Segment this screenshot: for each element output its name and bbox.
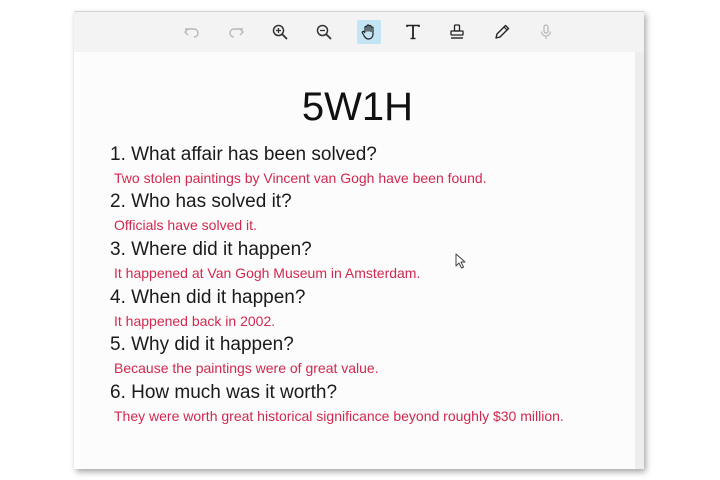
answer-text: Two stolen paintings by Vincent van Gogh…	[114, 170, 487, 186]
pencil-tool-button[interactable]	[490, 20, 514, 44]
answer-text: Officials have solved it.	[114, 217, 257, 233]
mouse-pointer-icon	[455, 253, 466, 269]
qa-item: 5. Why did it happen? Because the painti…	[110, 334, 630, 377]
text-tool-icon	[406, 24, 420, 40]
pan-tool-button[interactable]	[357, 20, 381, 44]
question-text: 3. Where did it happen?	[110, 239, 312, 260]
page-title: 5W1H	[301, 85, 414, 129]
pencil-icon	[495, 24, 510, 39]
answer-text: Because the paintings were of great valu…	[114, 360, 379, 376]
text-tool-button[interactable]	[401, 20, 425, 44]
qa-item: 1. What affair has been solved? Two stol…	[110, 144, 630, 187]
hand-pan-icon	[361, 24, 374, 40]
redo-icon	[229, 28, 244, 38]
qa-item: 4. When did it happen? It happened back …	[110, 287, 630, 330]
document-viewer-window: 5W1H 1. What affair has been solved? Two…	[74, 11, 644, 469]
microphone-button[interactable]	[534, 20, 558, 44]
stamp-tool-button[interactable]	[445, 20, 469, 44]
undo-icon	[184, 28, 199, 38]
undo-button[interactable]	[180, 20, 204, 44]
question-text: 6. How much was it worth?	[110, 382, 338, 403]
zoom-in-icon	[272, 24, 288, 40]
scrollbar-track[interactable]	[635, 52, 644, 469]
qa-item: 6. How much was it worth? They were wort…	[110, 382, 630, 425]
zoom-in-button[interactable]	[268, 20, 292, 44]
stamp-icon	[450, 24, 464, 39]
question-text: 5. Why did it happen?	[110, 334, 294, 355]
answer-text: They were worth great historical signifi…	[114, 408, 564, 424]
qa-item: 2. Who has solved it? Officials have sol…	[110, 191, 630, 234]
qa-item: 3. Where did it happen? It happened at V…	[110, 239, 630, 282]
toolbar	[74, 12, 644, 52]
question-text: 2. Who has solved it?	[110, 191, 292, 212]
question-text: 1. What affair has been solved?	[110, 144, 377, 165]
document-page: 5W1H 1. What affair has been solved? Two…	[80, 52, 635, 469]
question-text: 4. When did it happen?	[110, 287, 306, 308]
zoom-out-button[interactable]	[312, 20, 336, 44]
zoom-out-icon	[316, 24, 332, 40]
answer-text: It happened at Van Gogh Museum in Amster…	[114, 265, 421, 281]
redo-button[interactable]	[224, 20, 248, 44]
document-canvas[interactable]: 5W1H 1. What affair has been solved? Two…	[74, 52, 644, 469]
answer-text: It happened back in 2002.	[114, 313, 276, 329]
microphone-icon	[540, 24, 552, 39]
